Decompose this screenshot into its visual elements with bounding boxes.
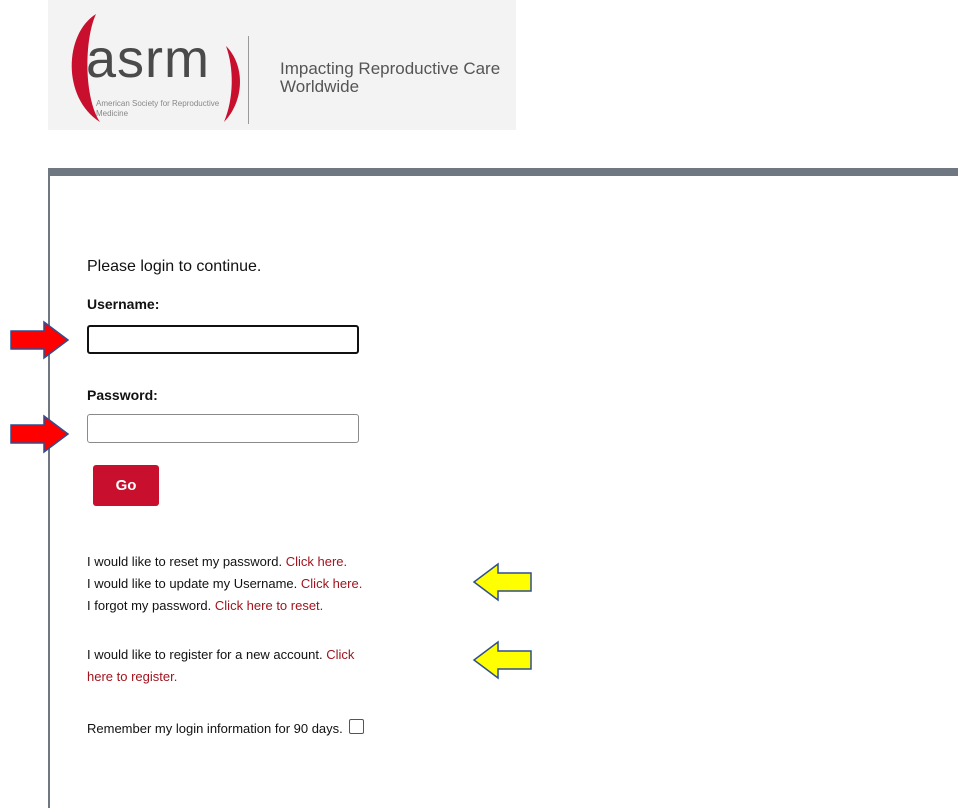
- go-button[interactable]: Go: [93, 465, 159, 506]
- red-arrow-icon: [10, 320, 70, 360]
- update-username-link[interactable]: Click here.: [301, 576, 362, 591]
- logo-wordmark: asrm: [86, 29, 210, 89]
- password-input[interactable]: [87, 414, 359, 443]
- update-username-text: I would like to update my Username.: [87, 576, 298, 591]
- panel-left-border: [48, 176, 50, 808]
- yellow-arrow-icon: [472, 640, 532, 680]
- remember-login-label: Remember my login information for 90 day…: [87, 721, 343, 736]
- logo-tagline: Impacting Reproductive Care Worldwide: [280, 59, 501, 96]
- remember-login-row: Remember my login information for 90 day…: [87, 719, 364, 736]
- logo-divider: [248, 36, 249, 124]
- remember-login-checkbox[interactable]: [348, 719, 364, 734]
- register-line-2: here to register.: [87, 667, 177, 687]
- username-input[interactable]: [87, 325, 359, 354]
- logo-banner: asrm American Society for Reproductive M…: [48, 0, 516, 130]
- register-line: I would like to register for a new accou…: [87, 645, 354, 665]
- yellow-arrow-icon: [472, 562, 532, 602]
- panel-top-border: [48, 168, 958, 176]
- update-username-line: I would like to update my Username. Clic…: [87, 574, 362, 594]
- register-text: I would like to register for a new accou…: [87, 647, 323, 662]
- register-link-part-2[interactable]: here to register.: [87, 669, 177, 684]
- login-prompt: Please login to continue.: [87, 258, 262, 275]
- reset-password-text: I would like to reset my password.: [87, 554, 283, 569]
- username-label: Username:: [87, 296, 160, 312]
- reset-password-link[interactable]: Click here.: [286, 554, 347, 569]
- forgot-password-link[interactable]: Click here to reset.: [215, 598, 323, 613]
- password-label: Password:: [87, 387, 158, 403]
- forgot-password-text: I forgot my password.: [87, 598, 212, 613]
- reset-password-line: I would like to reset my password. Click…: [87, 552, 347, 572]
- logo-org-name: American Society for Reproductive Medici…: [96, 99, 220, 118]
- red-arrow-icon: [10, 414, 70, 454]
- forgot-password-line: I forgot my password. Click here to rese…: [87, 596, 323, 616]
- register-link-part-1[interactable]: Click: [326, 647, 354, 662]
